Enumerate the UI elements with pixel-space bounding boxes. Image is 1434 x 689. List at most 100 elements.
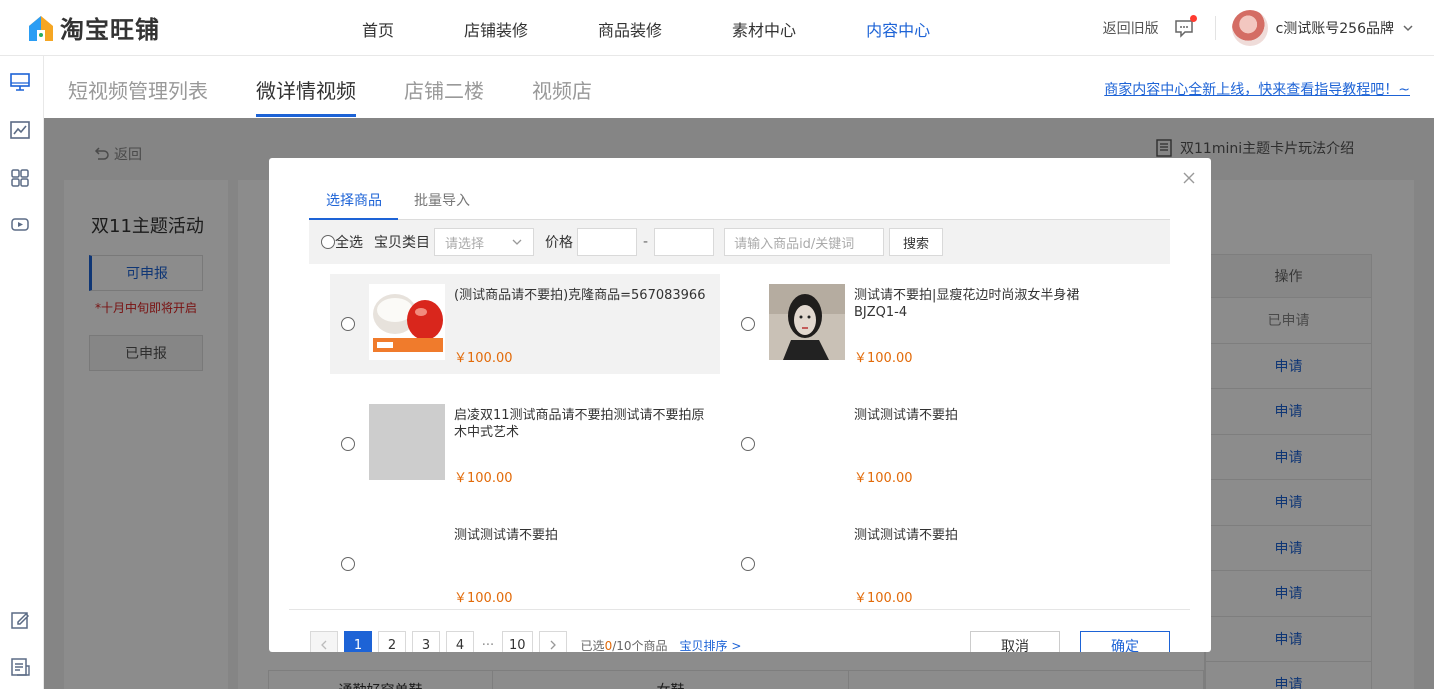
product-item[interactable]: 测试请不要拍|显瘦花边时尚淑女半身裙BJZQ1-4 ￥100.00 (730, 274, 1120, 374)
category-select[interactable]: 请选择 (434, 228, 534, 256)
next-page-button[interactable] (538, 631, 567, 652)
selection-prefix: 已选 (580, 638, 605, 653)
prev-page-button[interactable] (310, 631, 338, 652)
tab-video-store[interactable]: 视频店 (532, 75, 592, 104)
product-price: ￥100.00 (854, 351, 913, 366)
house-logo-icon (26, 13, 56, 43)
product-price: ￥100.00 (454, 591, 513, 606)
product-price: ￥100.00 (454, 351, 513, 366)
product-price: ￥100.00 (854, 591, 913, 606)
page-button[interactable]: 4 (446, 631, 474, 652)
tab-short-video-list[interactable]: 短视频管理列表 (68, 75, 208, 104)
video-icon[interactable] (9, 214, 31, 236)
product-item[interactable]: (测试商品请不要拍)克隆商品=567083966 ￥100.00 (330, 274, 720, 374)
category-placeholder: 请选择 (445, 236, 485, 252)
side-rail (0, 56, 44, 689)
product-name: 测试请不要拍|显瘦花边时尚淑女半身裙BJZQ1-4 (854, 288, 1080, 320)
cancel-button[interactable]: 取消 (970, 631, 1060, 652)
tab-store-second-floor[interactable]: 店铺二楼 (404, 75, 484, 104)
selection-count: 已选0/10个商品 (581, 637, 668, 653)
product-item[interactable]: 启凌双11测试商品请不要拍测试请不要拍原木中式艺术 ￥100.00 (330, 394, 720, 494)
product-radio[interactable] (341, 557, 355, 571)
page-button[interactable]: 2 (378, 631, 406, 652)
avatar[interactable] (1231, 10, 1268, 46)
confirm-button[interactable]: 确定 (1080, 631, 1170, 652)
edit-icon[interactable] (9, 609, 31, 631)
product-radio[interactable] (741, 557, 755, 571)
category-label: 宝贝类目 (374, 235, 430, 251)
product-item[interactable]: 测试测试请不要拍 ￥100.00 (330, 514, 720, 614)
chevron-left-icon (321, 640, 327, 650)
document-icon[interactable] (9, 656, 31, 678)
price-dash: - (643, 234, 649, 250)
keyword-placeholder: 请输入商品id/关键词 (734, 236, 855, 252)
product-radio[interactable] (341, 437, 355, 451)
sub-tabs: 短视频管理列表 微详情视频 店铺二楼 视频店 商家内容中心全新上线，快来查看指导… (44, 57, 1434, 118)
nav-material-center[interactable]: 素材中心 (732, 17, 796, 41)
modal-tabs: 选择商品 批量导入 (309, 182, 1170, 220)
old-version-link[interactable]: 返回旧版 (1103, 18, 1159, 38)
price-label: 价格 (545, 235, 573, 251)
product-radio[interactable] (741, 437, 755, 451)
modal-divider (289, 609, 1190, 610)
filter-bar: 全选 宝贝类目 请选择 价格 - 请输入商品id/关键词 搜索 (309, 220, 1170, 264)
nav-home[interactable]: 首页 (362, 17, 394, 41)
nav-product-decoration[interactable]: 商品装修 (598, 17, 662, 41)
select-all-label: 全选 (335, 235, 363, 251)
product-item[interactable]: 测试测试请不要拍 ￥100.00 (730, 394, 1120, 494)
tab-select-product[interactable]: 选择商品 (326, 190, 382, 210)
placeholder-image (369, 404, 445, 480)
product-name: 测试测试请不要拍 (854, 408, 959, 423)
product-radio[interactable] (741, 317, 755, 331)
logo[interactable]: 淘宝旺铺 (26, 10, 160, 45)
product-name: 测试测试请不要拍 (854, 528, 959, 543)
sort-products-link[interactable]: 宝贝排序 > (680, 637, 742, 653)
product-name: (测试商品请不要拍)克隆商品=567083966 (454, 288, 706, 303)
product-price: ￥100.00 (454, 471, 513, 486)
product-name: 启凌双11测试商品请不要拍测试请不要拍原木中式艺术 (454, 408, 705, 440)
product-price: ￥100.00 (854, 471, 913, 486)
page-ellipsis[interactable]: ··· (480, 638, 496, 653)
search-button[interactable]: 搜索 (889, 228, 944, 256)
product-radio[interactable] (341, 317, 355, 331)
red-cream-jar-image (369, 284, 445, 360)
tutorial-notice-link[interactable]: 商家内容中心全新上线，快来查看指导教程吧！~ (1104, 79, 1410, 99)
chevron-down-icon[interactable] (1402, 22, 1414, 34)
account-name[interactable]: c测试账号256品牌 (1276, 18, 1394, 38)
top-header: 淘宝旺铺 首页 店铺装修 商品装修 素材中心 内容中心 返回旧版 c测试账号25… (0, 0, 1434, 56)
page-button[interactable]: 1 (344, 631, 372, 652)
chevron-right-icon (550, 640, 556, 650)
price-max-input[interactable] (654, 228, 715, 256)
price-min-input[interactable] (577, 228, 637, 256)
tab-batch-import[interactable]: 批量导入 (414, 190, 470, 210)
product-name: 测试测试请不要拍 (454, 528, 559, 543)
product-thumbnail (769, 284, 845, 360)
tab-micro-detail-video[interactable]: 微详情视频 (256, 75, 356, 104)
message-icon[interactable] (1173, 15, 1197, 39)
grid-icon[interactable] (9, 167, 31, 189)
keyword-search-input[interactable]: 请输入商品id/关键词 (724, 228, 885, 256)
select-all-radio[interactable] (321, 235, 335, 249)
nav-store-decoration[interactable]: 店铺装修 (464, 17, 528, 41)
product-grid: (测试商品请不要拍)克隆商品=567083966 ￥100.00 测试请不要拍|… (330, 274, 1170, 606)
logo-text: 淘宝旺铺 (60, 16, 160, 44)
portrait-painting-image (769, 284, 845, 360)
header-divider (1214, 16, 1216, 40)
page-button[interactable]: 10 (502, 631, 533, 652)
select-all-checkbox[interactable]: 全选 (321, 232, 363, 252)
product-item[interactable]: 测试测试请不要拍 ￥100.00 (730, 514, 1120, 614)
nav-content-center[interactable]: 内容中心 (866, 17, 930, 41)
header-right: 返回旧版 c测试账号256品牌 (1103, 10, 1414, 46)
chevron-down-icon (512, 239, 522, 245)
notification-dot (1189, 15, 1197, 22)
chart-icon[interactable] (9, 119, 31, 141)
monitor-icon[interactable] (9, 71, 31, 93)
close-icon[interactable] (1181, 170, 1197, 186)
top-nav: 首页 店铺装修 商品装修 素材中心 内容中心 (362, 17, 1000, 41)
product-thumbnail (369, 284, 445, 360)
select-product-modal: 选择商品 批量导入 全选 宝贝类目 请选择 价格 - 请输入商品id/关键词 搜… (269, 158, 1211, 652)
active-tab-underline (256, 114, 356, 117)
selection-suffix: /10个商品 (612, 638, 668, 653)
page-button[interactable]: 3 (412, 631, 440, 652)
pagination: 1 2 3 4 ··· 10 已选0/10个商品 宝贝排序 > (310, 631, 741, 652)
